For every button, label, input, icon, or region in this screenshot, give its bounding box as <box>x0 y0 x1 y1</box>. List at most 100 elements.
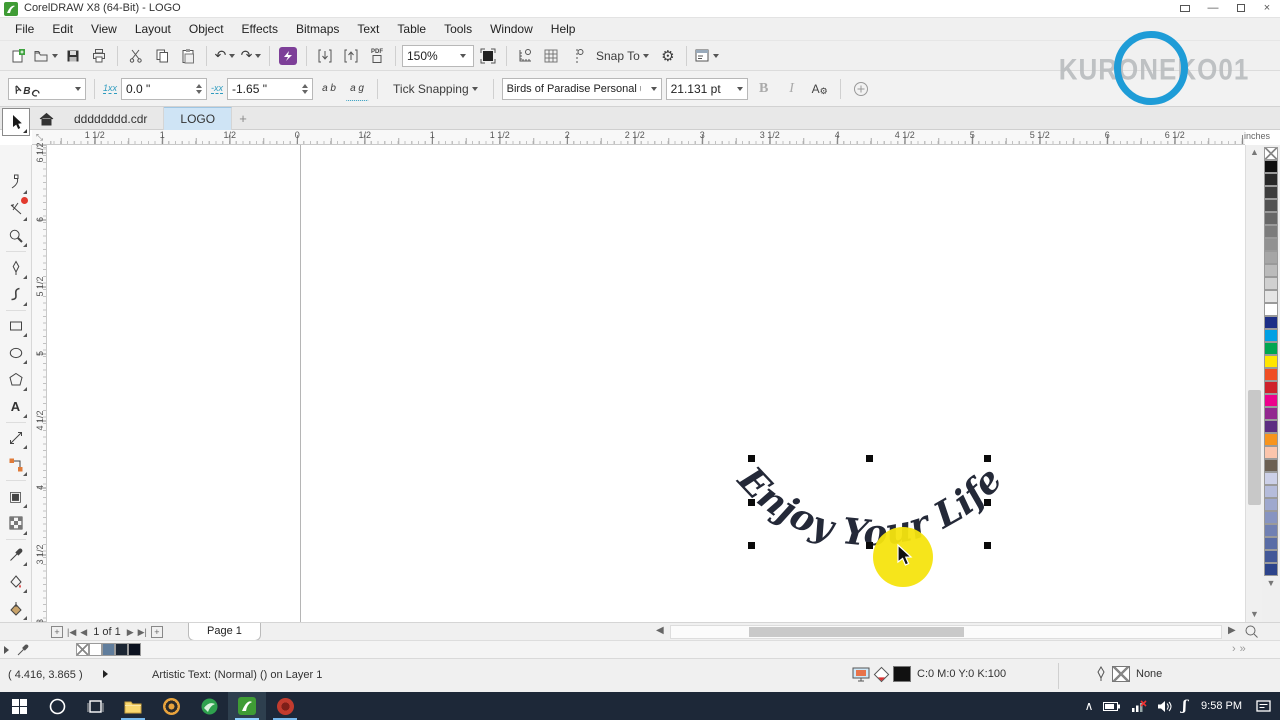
horizontal-offset-field[interactable] <box>227 78 313 100</box>
show-rulers-button[interactable] <box>513 44 537 68</box>
vertical-scrollbar-thumb[interactable] <box>1248 390 1261 505</box>
palette-swatch[interactable] <box>1264 342 1278 355</box>
undo-caret-icon[interactable] <box>229 54 235 58</box>
palette-swatch[interactable] <box>1264 407 1278 420</box>
drawing-canvas[interactable]: Evder Evder Enjoy Your Life <box>47 145 1245 622</box>
selection-handle-top-left[interactable] <box>748 455 755 462</box>
zoom-level-input[interactable] <box>407 49 457 63</box>
menu-item[interactable]: File <box>6 19 43 39</box>
menu-item[interactable]: View <box>82 19 126 39</box>
first-page-button[interactable]: |◀ <box>67 627 76 638</box>
interactive-fill-tool[interactable] <box>3 568 29 595</box>
palette-swatch[interactable] <box>1264 511 1278 524</box>
palette-swatch[interactable] <box>1264 277 1278 290</box>
maximize-button[interactable] <box>1228 0 1254 18</box>
window-mode-icon[interactable] <box>1172 0 1198 18</box>
palette-swatch[interactable] <box>1264 225 1278 238</box>
selection-handle-middle-left[interactable] <box>748 499 755 506</box>
document-tab[interactable]: dddddddd.cdr <box>58 107 164 130</box>
palette-swatch[interactable] <box>1264 264 1278 277</box>
redo-caret-icon[interactable] <box>255 54 261 58</box>
horizontal-ruler[interactable]: 1 1/211/201/211 1/222 1/233 1/244 1/255 … <box>47 130 1245 145</box>
font-size-dropdown[interactable] <box>666 78 748 100</box>
offset-spinner[interactable] <box>302 84 308 94</box>
font-list-dropdown[interactable] <box>502 78 662 100</box>
rectangle-tool[interactable] <box>3 313 29 340</box>
horizontal-scrollbar-thumb[interactable] <box>749 627 964 637</box>
tick-snapping-dropdown[interactable]: Tick Snapping <box>386 77 485 101</box>
document-palette-swatch[interactable] <box>89 643 102 656</box>
menu-item[interactable]: Effects <box>233 19 287 39</box>
vertical-ruler[interactable]: 6 1/265 1/254 1/243 1/23 <box>32 145 47 622</box>
palette-scroll-down-icon[interactable]: ▼ <box>1267 578 1276 588</box>
horizontal-scrollbar[interactable] <box>670 625 1222 639</box>
page-tab[interactable]: Page 1 <box>188 623 261 641</box>
text-tool[interactable]: A <box>3 393 29 420</box>
cut-button[interactable] <box>124 44 148 68</box>
crop-tool[interactable] <box>3 196 29 223</box>
contour-tool[interactable]: ▣ <box>3 483 29 510</box>
menu-item[interactable]: Help <box>542 19 585 39</box>
print-button[interactable] <box>87 44 111 68</box>
vertical-scrollbar[interactable]: ▲ ▼ <box>1245 145 1262 622</box>
palette-swatch[interactable] <box>1264 563 1278 576</box>
show-grid-button[interactable] <box>539 44 563 68</box>
palette-swatch[interactable] <box>1264 550 1278 563</box>
action-center-icon[interactable] <box>1256 699 1272 713</box>
palette-swatch[interactable] <box>1264 329 1278 342</box>
italic-button[interactable]: I <box>780 77 804 101</box>
task-view-button[interactable] <box>76 692 114 720</box>
copy-button[interactable] <box>150 44 174 68</box>
menu-item[interactable]: Edit <box>43 19 82 39</box>
palette-swatch[interactable] <box>1264 420 1278 433</box>
document-palette-swatch[interactable] <box>76 643 89 656</box>
text-path-preset-dropdown[interactable]: ABC <box>8 78 86 100</box>
tray-app-icon[interactable]: ʃ <box>1182 698 1187 714</box>
bold-button[interactable]: B <box>752 77 776 101</box>
palette-swatch[interactable] <box>1264 238 1278 251</box>
clock[interactable]: 9:58 PM <box>1197 700 1246 712</box>
taskbar-app-orange[interactable] <box>152 692 190 720</box>
connector-tool[interactable] <box>3 451 29 478</box>
shape-tool[interactable] <box>3 169 29 196</box>
distance-from-path-field[interactable] <box>121 78 207 100</box>
palette-swatch[interactable] <box>1264 355 1278 368</box>
taskbar-app-green[interactable] <box>190 692 228 720</box>
mirror-horizontally-button[interactable]: a b <box>317 77 341 101</box>
menu-item[interactable]: Text <box>348 19 388 39</box>
search-content-button[interactable] <box>276 44 300 68</box>
menu-item[interactable]: Layout <box>126 19 180 39</box>
new-tab-button[interactable]: + <box>232 107 254 130</box>
palette-swatch[interactable] <box>1264 368 1278 381</box>
network-no-internet-icon[interactable] <box>1131 700 1147 712</box>
battery-icon[interactable] <box>1103 701 1121 712</box>
document-palette-swatch[interactable] <box>115 643 128 656</box>
document-palette-swatch[interactable] <box>128 643 141 656</box>
polygon-tool[interactable] <box>3 366 29 393</box>
snap-to-dropdown[interactable]: Snap To <box>591 44 654 68</box>
palette-swatch[interactable] <box>1264 160 1278 173</box>
taskbar-app-red[interactable] <box>266 692 304 720</box>
palette-swatch[interactable] <box>1264 498 1278 511</box>
menu-item[interactable]: Bitmaps <box>287 19 348 39</box>
distance-from-path-input[interactable] <box>126 82 186 96</box>
file-explorer-button[interactable] <box>114 692 152 720</box>
smart-fill-tool[interactable] <box>3 595 29 622</box>
open-button[interactable] <box>32 44 59 68</box>
palette-swatch[interactable] <box>1264 381 1278 394</box>
palette-swatch[interactable] <box>1264 394 1278 407</box>
export-button[interactable] <box>339 44 363 68</box>
undo-button[interactable]: ↶ <box>213 44 237 68</box>
fullscreen-preview-button[interactable] <box>476 44 500 68</box>
distance-spinner[interactable] <box>196 84 202 94</box>
font-size-input[interactable] <box>671 82 729 96</box>
selection-handle-top-right[interactable] <box>984 455 991 462</box>
selection-handle-middle-right[interactable] <box>984 499 991 506</box>
paste-button[interactable] <box>176 44 200 68</box>
menu-item[interactable]: Window <box>481 19 542 39</box>
palette-swatch[interactable] <box>1264 147 1278 160</box>
document-palette-swatch[interactable] <box>102 643 115 656</box>
selection-handle-bottom-middle[interactable] <box>866 542 873 549</box>
document-tab[interactable]: LOGO <box>164 107 232 130</box>
next-page-button[interactable]: ▶ <box>127 627 134 638</box>
